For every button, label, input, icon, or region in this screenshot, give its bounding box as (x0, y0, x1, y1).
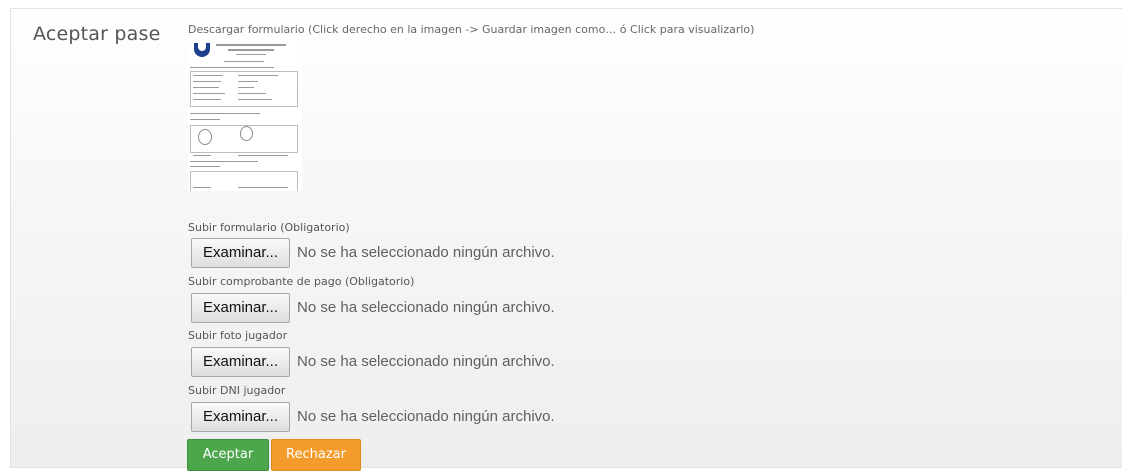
signature-mark (240, 126, 253, 141)
upload-photo-status: No se ha seleccionado ningún archivo. (297, 353, 555, 370)
reject-button[interactable]: Rechazar (271, 439, 361, 471)
download-form-link[interactable]: Descargar formulario (Click derecho en l… (188, 23, 754, 36)
accept-transfer-panel: Aceptar pase Descargar formulario (Click… (10, 8, 1122, 471)
upload-payment-status: No se ha seleccionado ningún archivo. (297, 299, 555, 316)
upload-form-status: No se ha seleccionado ningún archivo. (297, 244, 555, 261)
upload-dni-status: No se ha seleccionado ningún archivo. (297, 408, 555, 425)
browse-payment-button[interactable]: Examinar... (191, 293, 290, 323)
upload-dni-label: Subir DNI jugador (188, 384, 286, 397)
upload-payment-label: Subir comprobante de pago (Obligatorio) (188, 275, 415, 288)
page-title: Aceptar pase (33, 23, 161, 45)
browse-form-button[interactable]: Examinar... (191, 238, 290, 268)
browse-dni-button[interactable]: Examinar... (191, 402, 290, 432)
stamp-mark (198, 129, 212, 145)
association-logo-icon (194, 41, 210, 57)
upload-photo-label: Subir foto jugador (188, 329, 288, 342)
upload-form-label: Subir formulario (Obligatorio) (188, 221, 350, 234)
accept-button[interactable]: Aceptar (187, 439, 269, 471)
form-thumbnail-image[interactable] (188, 39, 302, 191)
browse-photo-button[interactable]: Examinar... (191, 347, 290, 377)
